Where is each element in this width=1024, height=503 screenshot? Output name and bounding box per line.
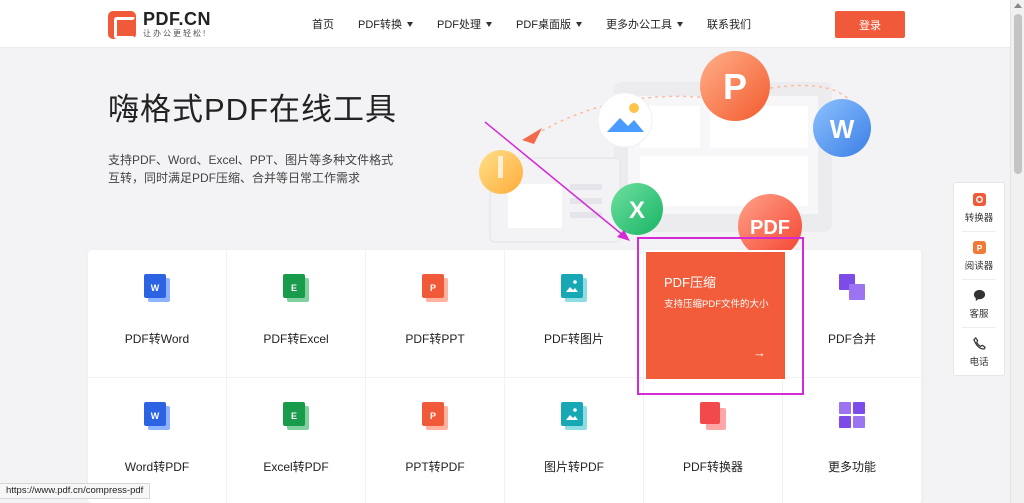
tool-label: PDF转Excel [263, 332, 329, 346]
tool-label: PPT转PDF [405, 460, 465, 474]
excel-file-icon: E [283, 274, 309, 302]
tool-label: 图片转PDF [543, 460, 604, 474]
grid-apps-icon [839, 402, 865, 428]
hero-description: 支持PDF、Word、Excel、PPT、图片等多种文件格式 互转，同时满足PD… [108, 153, 394, 185]
image-file-icon [561, 402, 587, 430]
caret-down-icon [486, 21, 492, 27]
brand-logo[interactable]: PDF.CN 让办公更轻松! [108, 10, 211, 39]
tool-image-to-pdf[interactable]: 图片转PDF [505, 378, 644, 503]
svg-text:X: X [629, 197, 645, 224]
svg-text:W: W [151, 283, 160, 293]
reader-app-icon: P [973, 241, 986, 254]
word-file-icon: W [144, 274, 170, 302]
ppt-file-icon: P [422, 274, 448, 302]
merge-icon [839, 274, 865, 300]
scroll-up-icon[interactable] [1014, 3, 1022, 8]
page-scrollbar[interactable] [1010, 0, 1024, 503]
top-header: PDF.CN 让办公更轻松! 首页 PDF转换 PDF处理 PDF桌面版 更多办… [0, 0, 1010, 48]
tool-label: PDF转PPT [405, 332, 465, 346]
svg-text:P: P [723, 66, 747, 107]
converter-app-icon [973, 193, 986, 206]
brand-slogan: 让办公更轻松! [143, 29, 208, 38]
tool-more-features[interactable]: 更多功能 [783, 378, 922, 503]
tool-label: PDF转图片 [543, 332, 604, 346]
svg-text:P: P [430, 283, 436, 293]
svg-text:PDF: PDF [750, 217, 790, 239]
tool-label: 更多功能 [827, 460, 876, 474]
nav-pdf-convert[interactable]: PDF转换 [358, 16, 413, 32]
converter-icon [700, 402, 726, 430]
hero-illustration: P W X PDF [479, 51, 871, 258]
caret-down-icon [677, 21, 683, 27]
brand-name: PDF.CN [143, 9, 212, 29]
caret-down-icon [407, 21, 413, 27]
side-toolbar: 转换器 P 阅读器 客服 电话 [953, 182, 1005, 376]
nav-contact[interactable]: 联系我们 [707, 16, 751, 32]
tool-label: Word转PDF [124, 460, 190, 474]
side-service[interactable]: 客服 [954, 279, 1004, 327]
svg-text:W: W [151, 411, 160, 421]
tool-pdf-to-ppt[interactable]: P PDF转PPT [366, 250, 505, 378]
svg-text:P: P [430, 411, 436, 421]
tool-excel-to-pdf[interactable]: E Excel转PDF [227, 378, 366, 503]
side-converter[interactable]: 转换器 [954, 183, 1004, 231]
highlight-annotation-box [637, 237, 804, 395]
logo-icon [108, 10, 136, 39]
image-file-icon [561, 274, 587, 302]
excel-file-icon: E [283, 402, 309, 430]
tool-ppt-to-pdf[interactable]: P PPT转PDF [366, 378, 505, 503]
main-nav: 首页 PDF转换 PDF处理 PDF桌面版 更多办公工具 联系我们 [312, 0, 775, 48]
svg-text:E: E [291, 283, 297, 293]
ppt-file-icon: P [422, 402, 448, 430]
caret-down-icon [576, 21, 582, 27]
hero-title: 嗨格式PDF在线工具 [108, 92, 397, 127]
tool-label: Excel转PDF [263, 460, 329, 474]
tool-label: PDF转换器 [682, 460, 743, 474]
svg-text:P: P [977, 243, 983, 253]
login-button[interactable]: 登录 [835, 11, 905, 38]
tool-label: PDF转Word [124, 332, 190, 346]
side-phone[interactable]: 电话 [954, 327, 1004, 375]
nav-pdf-process[interactable]: PDF处理 [437, 16, 492, 32]
nav-home[interactable]: 首页 [312, 16, 334, 32]
chat-service-icon [973, 289, 986, 302]
tool-pdf-to-excel[interactable]: E PDF转Excel [227, 250, 366, 378]
phone-icon [973, 337, 986, 350]
scroll-thumb[interactable] [1014, 14, 1022, 174]
nav-pdf-desktop[interactable]: PDF桌面版 [516, 16, 582, 32]
side-reader[interactable]: P 阅读器 [954, 231, 1004, 279]
tool-pdf-converter[interactable]: PDF转换器 [644, 378, 783, 503]
svg-text:E: E [291, 411, 297, 421]
tool-pdf-to-word[interactable]: W PDF转Word [88, 250, 227, 378]
status-url-bar: https://www.pdf.cn/compress-pdf [0, 483, 151, 499]
nav-more-tools[interactable]: 更多办公工具 [606, 16, 683, 32]
word-file-icon: W [144, 402, 170, 430]
tool-pdf-to-image[interactable]: PDF转图片 [505, 250, 644, 378]
svg-text:W: W [830, 114, 855, 144]
